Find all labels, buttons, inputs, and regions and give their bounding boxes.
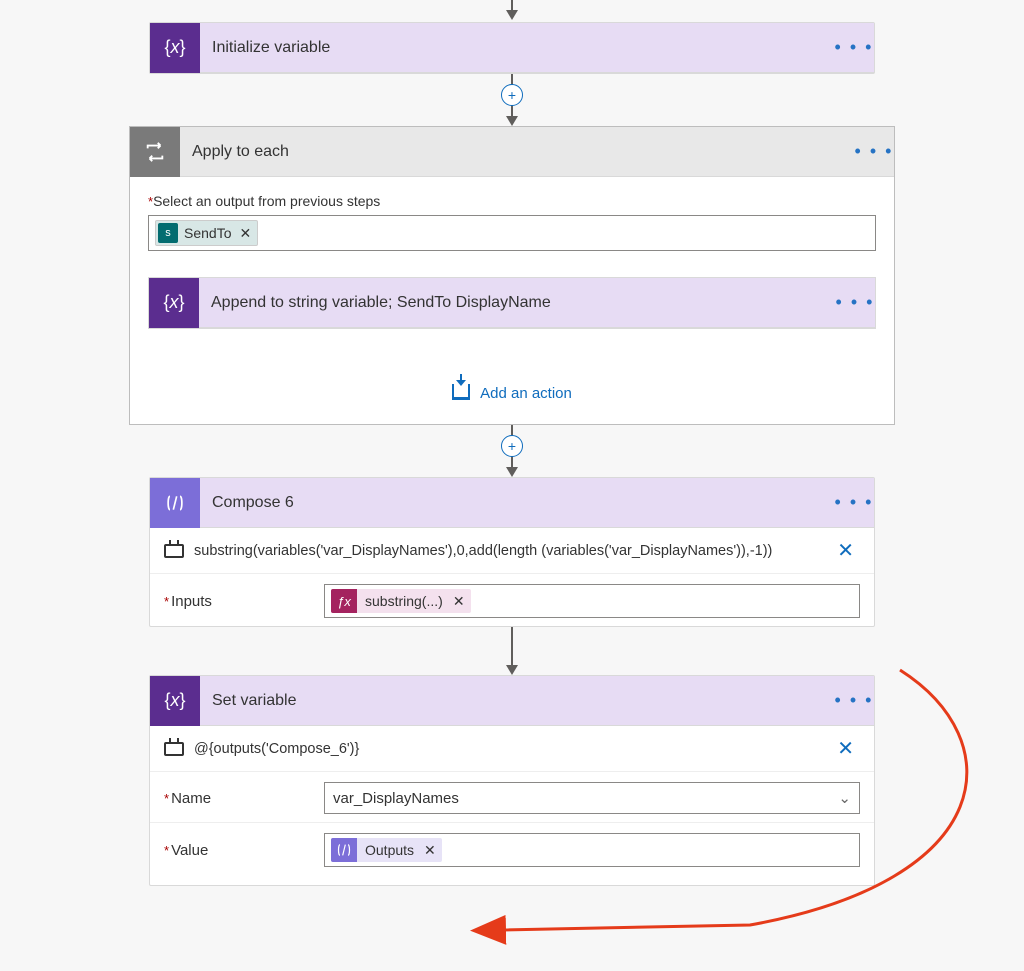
add-action-button[interactable]: Add an action <box>148 385 876 402</box>
variable-icon: {x} <box>150 23 200 73</box>
token-remove-icon[interactable]: ✕ <box>453 593 471 610</box>
connector-3 <box>0 627 1024 675</box>
chevron-down-icon: ⌄ <box>838 789 851 807</box>
compose-icon <box>331 838 357 862</box>
step-menu-button[interactable]: • • • <box>834 492 874 513</box>
compose-header[interactable]: Compose 6 • • • <box>150 478 874 528</box>
outputs-token[interactable]: Outputs ✕ <box>331 838 442 862</box>
step-append-string[interactable]: {x} Append to string variable; SendTo Di… <box>149 278 875 328</box>
step-title: Compose 6 <box>200 494 834 512</box>
step-menu-button[interactable]: • • • <box>854 141 894 162</box>
name-label: Name <box>171 790 211 807</box>
peek-close-button[interactable]: ✕ <box>831 736 860 761</box>
value-field[interactable]: Outputs ✕ <box>324 833 860 867</box>
step-apply-to-each: Apply to each • • • *Select an output fr… <box>129 126 895 425</box>
loop-icon <box>130 127 180 177</box>
add-step-button[interactable]: + <box>501 84 523 106</box>
variable-name-select[interactable]: var_DisplayNames ⌄ <box>324 782 860 814</box>
add-action-label: Add an action <box>480 385 572 402</box>
peek-expression: substring(variables('var_DisplayNames'),… <box>194 543 821 559</box>
arrow-top <box>0 0 1024 22</box>
step-title: Append to string variable; SendTo Displa… <box>199 294 835 312</box>
step-menu-button[interactable]: • • • <box>834 690 874 711</box>
expression-token[interactable]: ƒx substring(...) ✕ <box>331 589 471 613</box>
step-title: Set variable <box>200 692 834 710</box>
connector-2: + <box>0 425 1024 477</box>
select-output-input[interactable]: s SendTo ✕ <box>148 215 876 251</box>
token-label: substring(...) <box>357 591 451 611</box>
set-variable-header[interactable]: {x} Set variable • • • <box>150 676 874 726</box>
fx-icon: ƒx <box>331 589 357 613</box>
inputs-field[interactable]: ƒx substring(...) ✕ <box>324 584 860 618</box>
step-compose-6: Compose 6 • • • substring(variables('var… <box>149 477 875 627</box>
sharepoint-icon: s <box>158 223 178 243</box>
token-label: SendTo <box>184 225 231 241</box>
inputs-label: Inputs <box>171 593 212 610</box>
step-title: Initialize variable <box>200 39 834 57</box>
variable-icon: {x} <box>149 278 199 328</box>
peek-code-icon <box>164 742 184 756</box>
compose-icon <box>150 478 200 528</box>
select-value: var_DisplayNames <box>333 790 459 807</box>
token-remove-icon[interactable]: ✕ <box>239 225 251 242</box>
sendto-token[interactable]: s SendTo ✕ <box>155 220 258 246</box>
variable-icon: {x} <box>150 676 200 726</box>
add-step-button[interactable]: + <box>501 435 523 457</box>
step-initialize-variable[interactable]: {x} Initialize variable • • • <box>149 22 875 74</box>
apply-to-each-header[interactable]: Apply to each • • • <box>130 127 894 177</box>
peek-expression: @{outputs('Compose_6')} <box>194 741 821 757</box>
connector-1: + <box>0 74 1024 126</box>
step-menu-button[interactable]: • • • <box>834 37 874 58</box>
value-label: Value <box>171 842 208 859</box>
peek-close-button[interactable]: ✕ <box>831 538 860 563</box>
select-output-label: Select an output from previous steps <box>153 193 380 209</box>
peek-code-icon <box>164 544 184 558</box>
token-remove-icon[interactable]: ✕ <box>424 842 442 859</box>
token-label: Outputs <box>357 840 422 860</box>
step-title: Apply to each <box>180 143 854 161</box>
step-set-variable: {x} Set variable • • • @{outputs('Compos… <box>149 675 875 886</box>
add-action-icon <box>452 384 470 400</box>
step-menu-button[interactable]: • • • <box>835 292 875 313</box>
